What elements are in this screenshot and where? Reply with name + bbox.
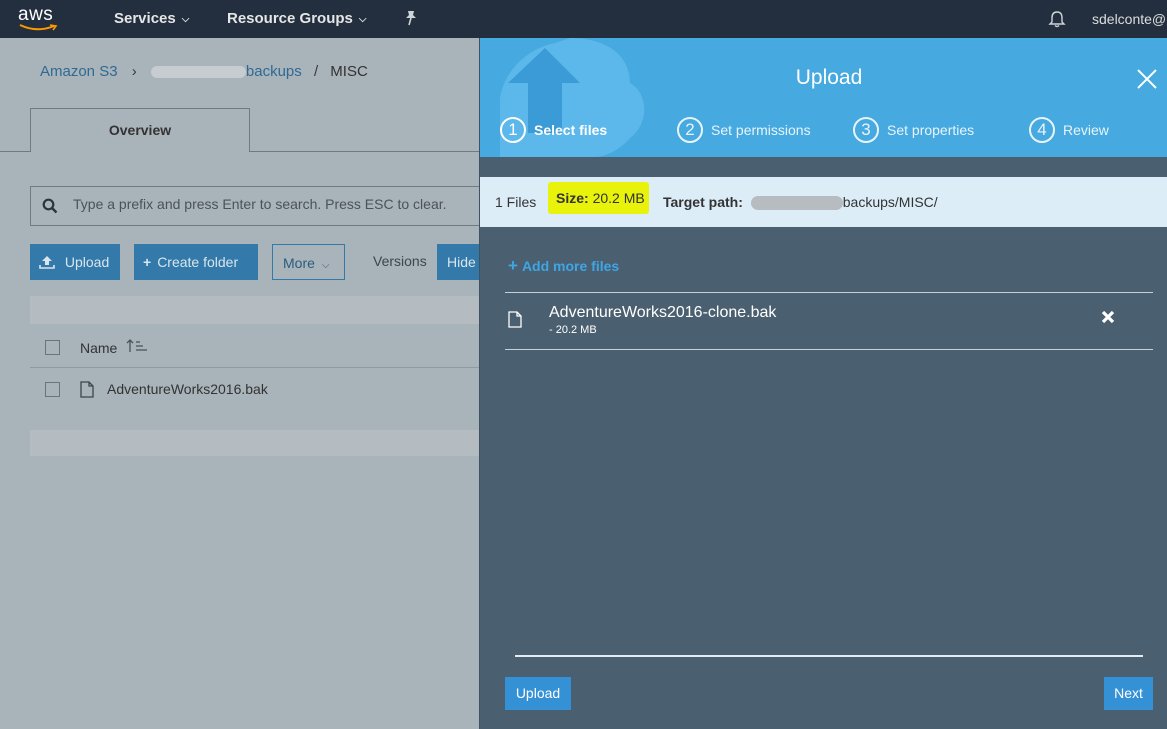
files-count: 1 Files [495, 194, 537, 210]
upload-file-item: AdventureWorks2016-clone.bak - 20.2 MB [505, 293, 1153, 349]
table-row[interactable]: AdventureWorks2016.bak [30, 370, 479, 410]
versions-label: Versions [373, 253, 427, 269]
breadcrumb-amazon-s3[interactable]: Amazon S3 [40, 63, 118, 80]
pin-icon[interactable] [404, 10, 418, 29]
aws-logo[interactable]: aws [18, 4, 62, 34]
step-set-permissions[interactable]: 2 Set permissions [677, 117, 811, 145]
file-list-divider [505, 349, 1153, 350]
services-label: Services [114, 10, 176, 27]
search-input[interactable] [73, 196, 483, 212]
close-icon[interactable] [1136, 68, 1158, 93]
redacted-bucket-name [150, 66, 246, 79]
plus-icon: + [508, 256, 518, 275]
chevron-down-icon: ⌵ [181, 14, 190, 25]
add-more-files-label: Add more files [521, 258, 620, 274]
tab-overview[interactable]: Overview [30, 108, 250, 152]
row-checkbox[interactable] [45, 382, 60, 397]
step-set-properties[interactable]: 3 Set properties [853, 117, 974, 145]
upload-label: Upload [64, 254, 110, 270]
resource-groups-label: Resource Groups [227, 10, 353, 27]
sort-icon[interactable] [126, 338, 148, 357]
breadcrumb-slash: / [313, 63, 319, 80]
file-name-link[interactable]: AdventureWorks2016.bak [107, 381, 268, 397]
upload-button[interactable]: Upload [30, 244, 120, 280]
breadcrumb: Amazon S3 › backups / MISC [40, 63, 368, 80]
step-select-files[interactable]: 1 Select files [500, 117, 607, 145]
create-folder-label: Create folder [157, 254, 239, 270]
remove-file-icon[interactable] [1101, 310, 1115, 327]
aws-logo-text: aws [18, 4, 54, 25]
services-menu[interactable]: Services ⌵ [114, 10, 189, 27]
more-label: More [283, 255, 315, 271]
redacted-bucket-name [750, 196, 843, 211]
upload-dialog-header: Upload 1 Select files 2 Set permissions 3S… [480, 38, 1167, 157]
step-review[interactable]: 4 Review [1029, 117, 1109, 145]
step-number: 1 [500, 117, 526, 143]
list-toolbar-strip [30, 296, 479, 324]
notifications-bell-icon[interactable] [1048, 10, 1066, 31]
file-icon [80, 381, 94, 401]
step-number: 2 [677, 117, 703, 143]
next-button[interactable]: Next [1104, 677, 1153, 710]
upload-submit-button[interactable]: Upload [505, 677, 571, 710]
add-more-files-link[interactable]: + Add more files [508, 256, 619, 276]
prefix-search-box[interactable] [30, 186, 490, 226]
file-icon [508, 311, 522, 331]
table-header: Name [30, 328, 479, 368]
upload-file-size: - 20.2 MB [549, 324, 597, 336]
chevron-down-icon: ⌵ [321, 260, 330, 271]
step-label: Review [1063, 122, 1109, 138]
upload-summary-bar: 1 Files Size: 20.2 MB Target path: backu… [480, 177, 1167, 227]
user-account-menu[interactable]: sdelconte@ [1092, 11, 1166, 27]
breadcrumb-current: MISC [330, 63, 368, 80]
select-all-checkbox[interactable] [45, 340, 60, 355]
step-label: Set permissions [711, 122, 811, 138]
column-header-name[interactable]: Name [80, 340, 117, 356]
search-icon [42, 198, 58, 217]
dialog-footer-divider [515, 655, 1143, 657]
step-label: Select files [534, 122, 608, 138]
upload-file-name: AdventureWorks2016-clone.bak [549, 304, 777, 321]
target-path: Target path: backups/MISC/ [663, 194, 938, 211]
aws-smile-icon [19, 24, 58, 31]
resource-groups-menu[interactable]: Resource Groups ⌵ [227, 10, 366, 27]
step-number: 3 [853, 117, 879, 143]
upload-icon [39, 254, 55, 270]
breadcrumb-bucket[interactable]: backups [150, 63, 302, 80]
s3-console-background: Amazon S3 › backups / MISC Overview Uplo… [0, 38, 490, 729]
list-footer-strip [30, 430, 479, 456]
upload-dialog: Upload 1 Select files 2 Set permissions 3S… [479, 38, 1167, 729]
top-nav-bar: aws Services ⌵ Resource Groups ⌵ sdelconte… [0, 0, 1167, 38]
step-label: Set properties [887, 122, 975, 138]
create-folder-button[interactable]: + Create folder [134, 244, 258, 280]
plus-icon: + [143, 254, 152, 270]
breadcrumb-separator: › [131, 63, 137, 80]
total-size: Size: 20.2 MB [548, 182, 649, 214]
more-dropdown-button[interactable]: More ⌵ [272, 244, 345, 280]
chevron-down-icon: ⌵ [358, 14, 367, 25]
dialog-title: Upload [795, 66, 863, 89]
step-number: 4 [1029, 117, 1055, 143]
